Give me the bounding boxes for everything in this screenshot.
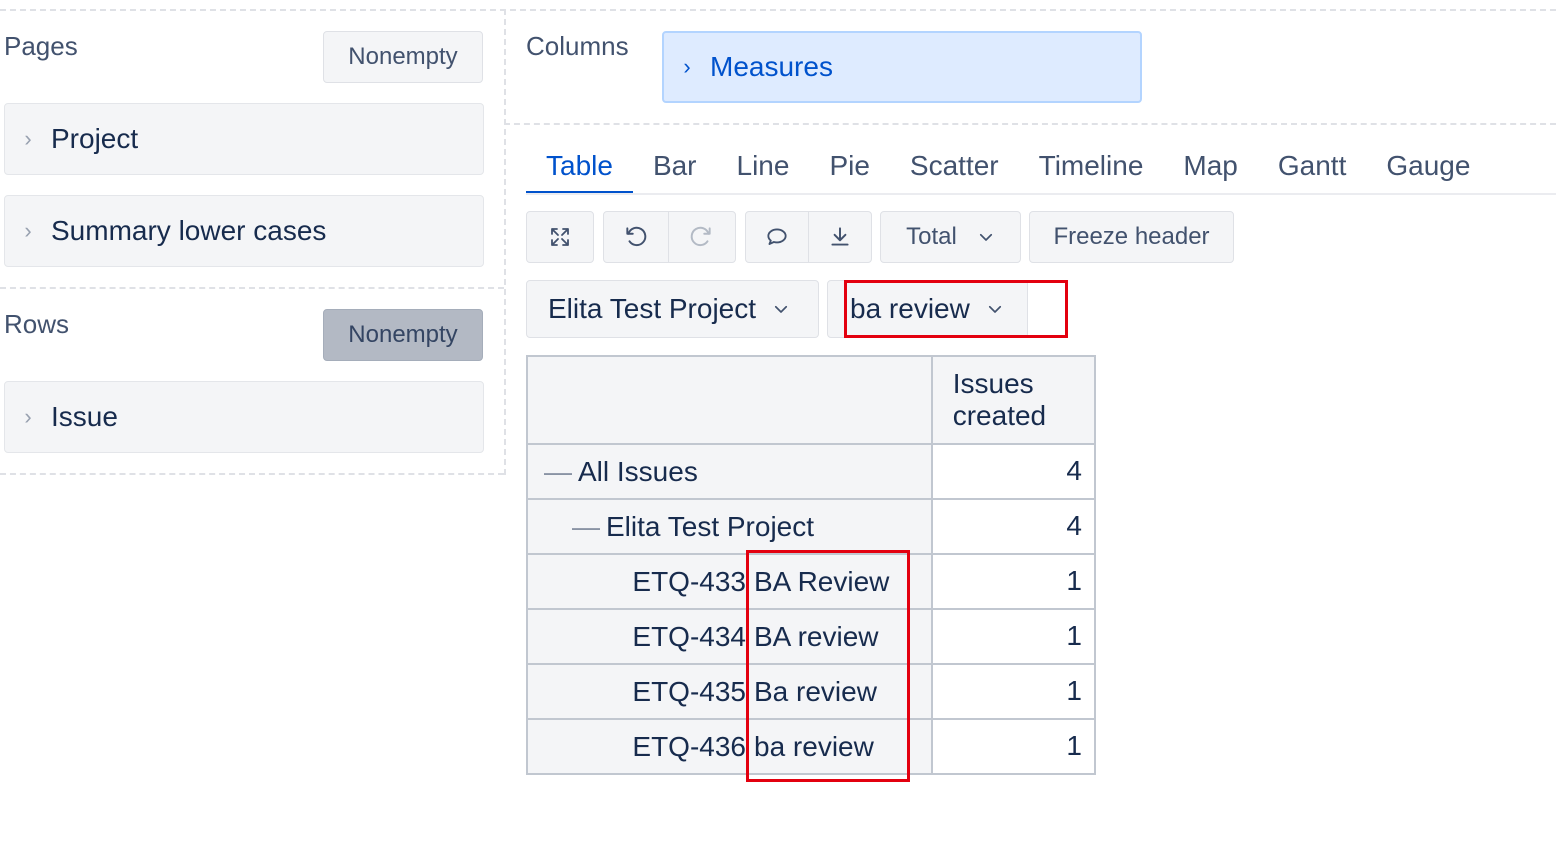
rows-title: Rows	[4, 309, 70, 339]
total-dropdown[interactable]: Total	[880, 211, 1021, 263]
view-tabs: Table Bar Line Pie Scatter Timeline Map …	[526, 138, 1490, 194]
column-dimension-measures[interactable]: › Measures	[662, 31, 1142, 103]
undo-icon	[626, 226, 647, 247]
row-dimension-issue[interactable]: › Issue	[4, 381, 484, 453]
redo-button[interactable]	[668, 212, 732, 262]
chevron-right-icon: ›	[24, 126, 32, 151]
table-row: — All Issues 4	[526, 443, 1097, 500]
tab-scatter[interactable]: Scatter	[890, 138, 1019, 194]
freeze-header-button[interactable]: Freeze header	[1029, 211, 1234, 263]
dimension-label: Issue	[51, 401, 118, 432]
tab-bar[interactable]: Bar	[633, 138, 717, 194]
comment-button[interactable]	[746, 212, 808, 262]
export-button[interactable]	[808, 212, 871, 262]
pages-nonempty-button[interactable]: Nonempty	[323, 31, 483, 83]
tab-pie[interactable]: Pie	[809, 138, 889, 194]
value-cell: 4	[930, 443, 1097, 500]
project-page-select[interactable]: Elita Test Project	[526, 280, 819, 338]
expand-icon	[551, 228, 569, 246]
chevron-right-icon: ›	[24, 404, 32, 429]
page-dimension-summary[interactable]: › Summary lower cases	[4, 195, 484, 267]
value-cell: 1	[930, 663, 1097, 720]
column-header-issues-created[interactable]: Issues created	[930, 355, 1097, 445]
tab-table[interactable]: Table	[526, 138, 633, 194]
columns-title: Columns	[526, 31, 629, 61]
undo-button[interactable]	[604, 212, 668, 262]
dimension-label: Project	[51, 123, 139, 154]
pages-rows-divider	[0, 287, 504, 289]
highlight-box-summaries	[746, 550, 910, 782]
top-divider	[0, 9, 1556, 11]
rows-bottom-divider	[0, 473, 504, 475]
chevron-down-icon	[977, 228, 995, 246]
undo-redo-group	[603, 211, 736, 263]
collapse-icon[interactable]: —	[544, 456, 572, 488]
value-cell: 1	[930, 718, 1097, 775]
chevron-right-icon: ›	[24, 218, 32, 243]
fullscreen-button[interactable]	[526, 211, 594, 263]
download-icon	[831, 227, 849, 246]
tabs-underline	[526, 193, 1556, 195]
dimension-label: Measures	[710, 51, 833, 82]
left-panel-divider	[504, 9, 506, 475]
tab-map[interactable]: Map	[1163, 138, 1257, 194]
table-row: — Elita Test Project 4	[526, 498, 1097, 555]
columns-divider	[504, 123, 1556, 125]
tab-gantt[interactable]: Gantt	[1258, 138, 1366, 194]
project-select-value: Elita Test Project	[548, 293, 757, 324]
page-dimension-project[interactable]: › Project	[4, 103, 484, 175]
tab-gauge[interactable]: Gauge	[1366, 138, 1490, 194]
value-cell: 1	[930, 608, 1097, 665]
tab-timeline[interactable]: Timeline	[1019, 138, 1164, 194]
highlight-box-filter	[844, 280, 1068, 338]
comment-export-group	[745, 211, 872, 263]
value-cell: 1	[930, 553, 1097, 610]
total-label: Total	[906, 223, 957, 250]
tab-line[interactable]: Line	[717, 138, 810, 194]
rows-nonempty-button[interactable]: Nonempty	[323, 309, 483, 361]
dimension-label: Summary lower cases	[51, 215, 327, 246]
corner-cell	[526, 355, 933, 445]
pages-title: Pages	[4, 31, 78, 61]
row-header-project[interactable]: — Elita Test Project	[526, 498, 933, 555]
collapse-icon[interactable]: —	[572, 511, 600, 543]
chevron-down-icon	[772, 300, 790, 318]
chevron-right-icon: ›	[683, 54, 691, 79]
value-cell: 4	[930, 498, 1097, 555]
redo-icon	[690, 226, 711, 247]
comment-icon	[767, 228, 787, 245]
row-header-all-issues[interactable]: — All Issues	[526, 443, 933, 500]
